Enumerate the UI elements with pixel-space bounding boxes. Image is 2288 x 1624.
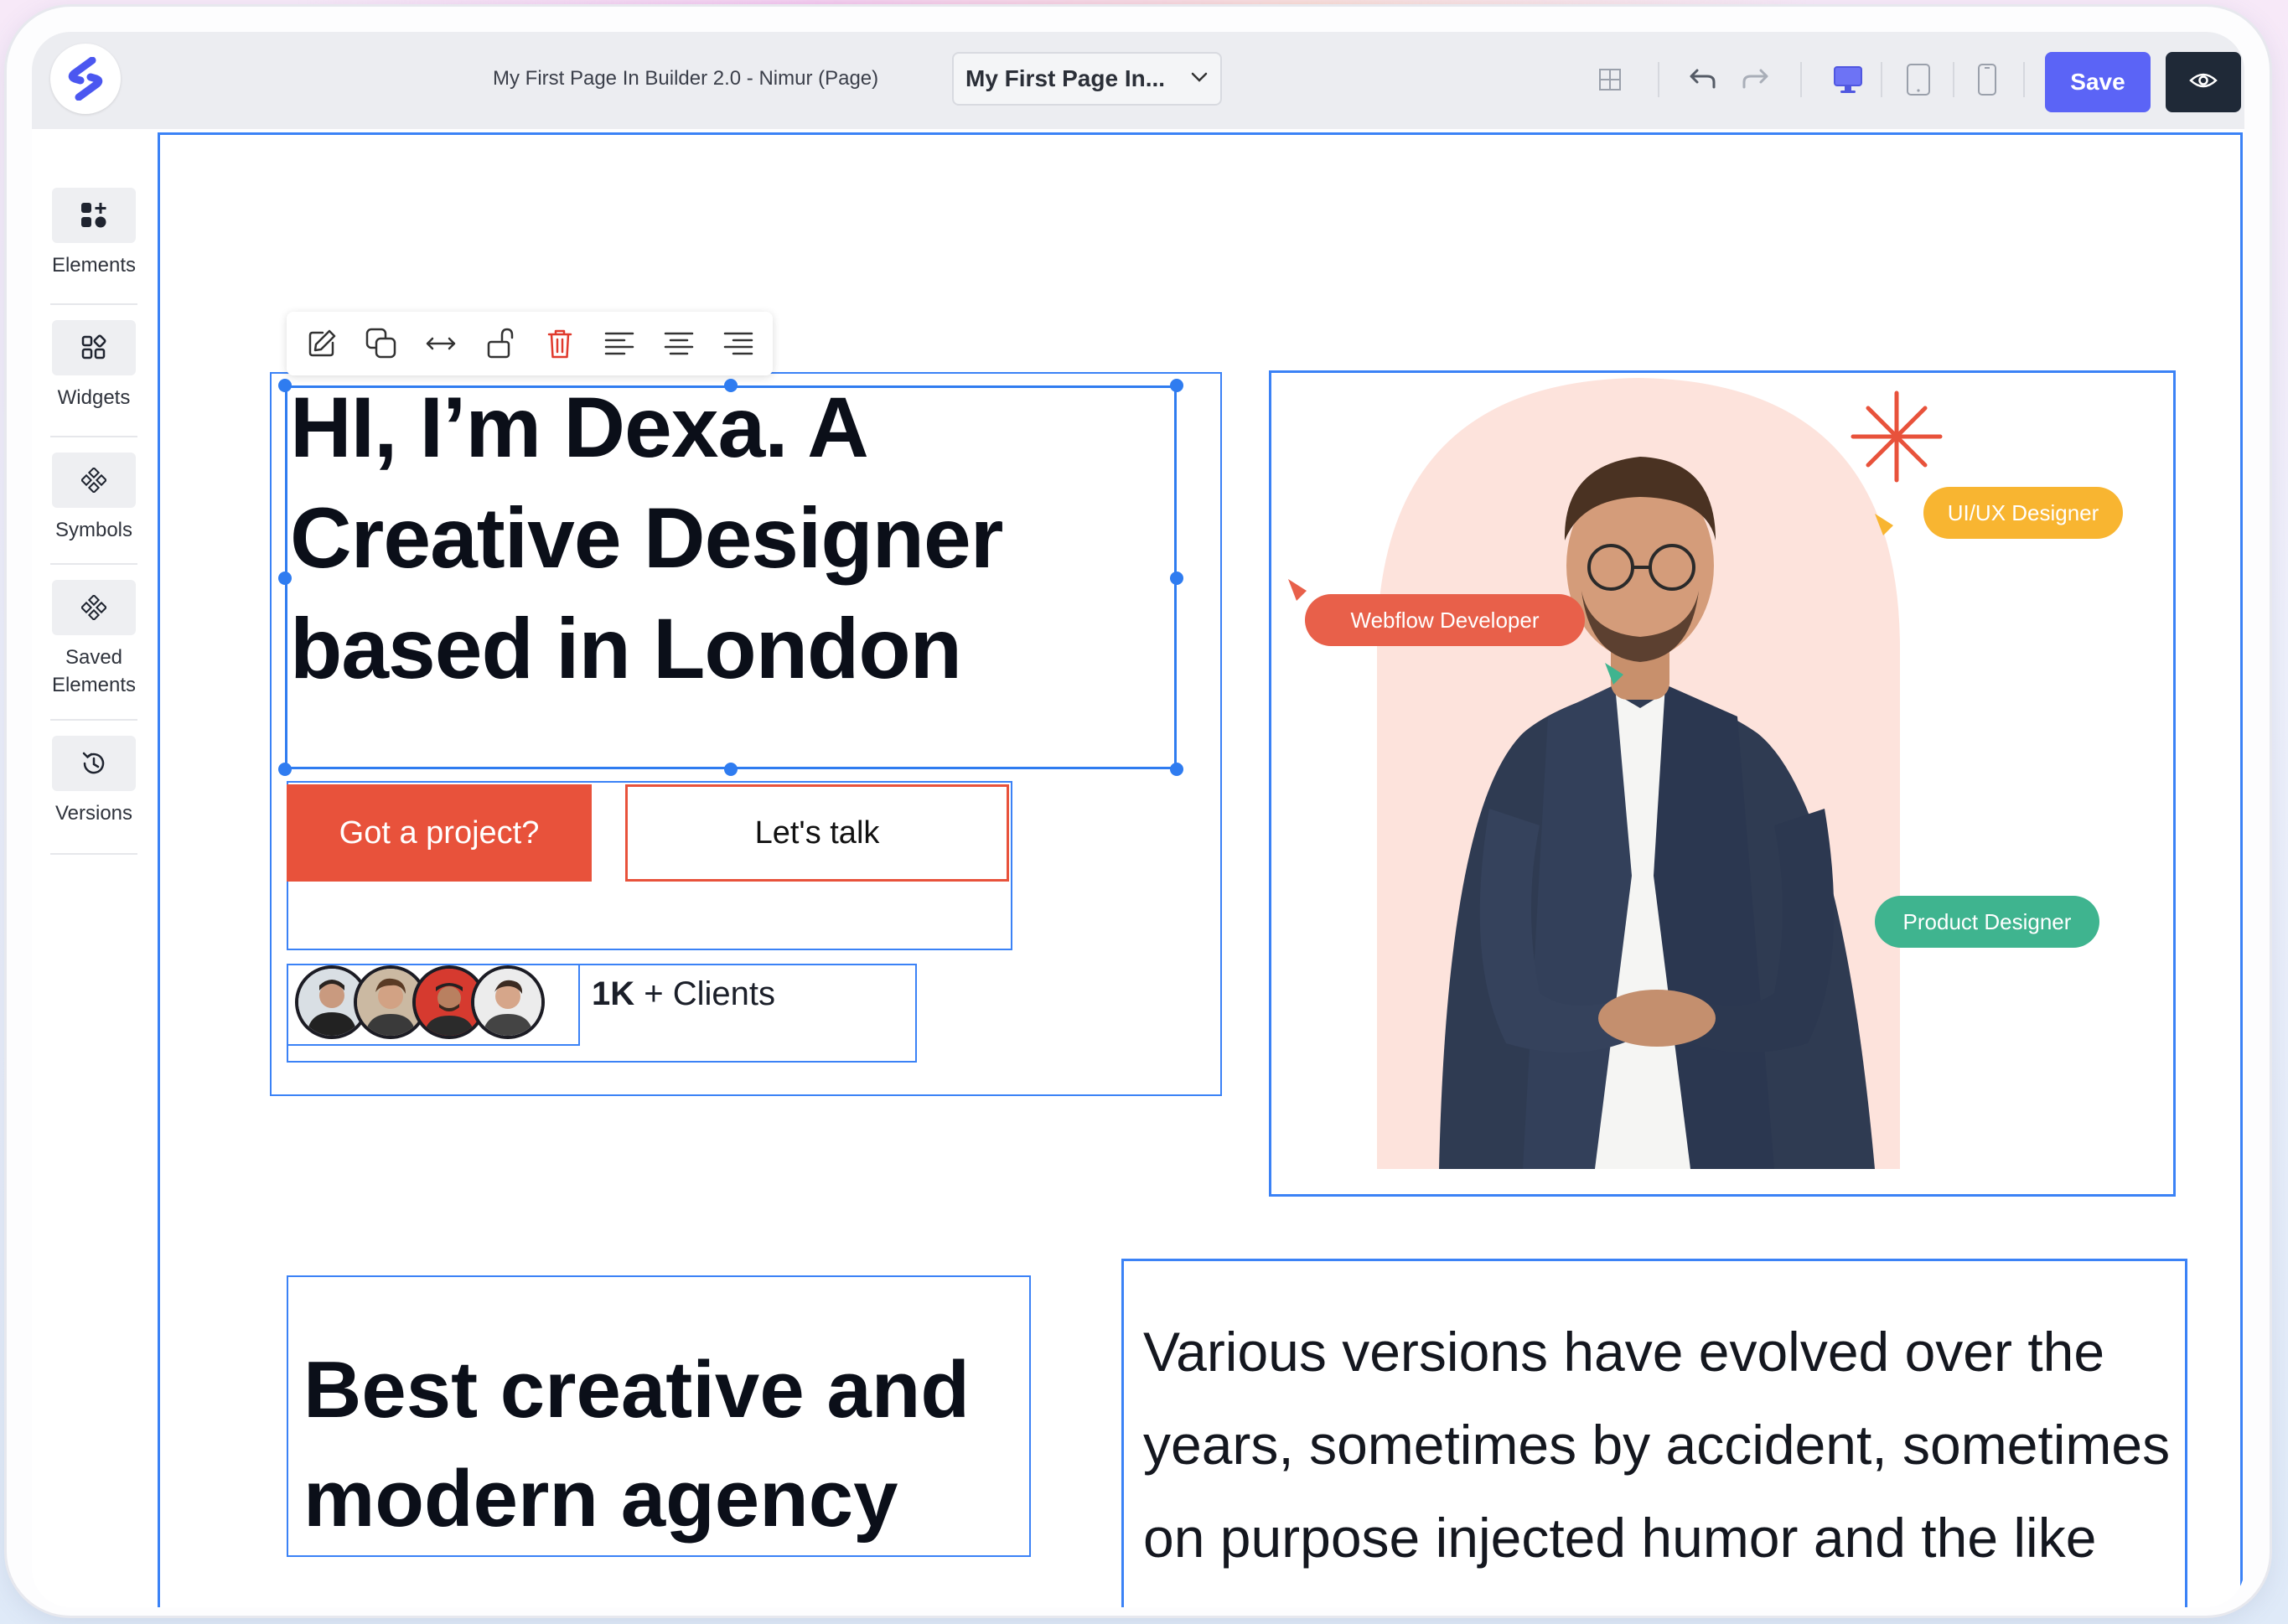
- chevron-down-icon: [1190, 71, 1209, 87]
- device-frame: My First Page In Builder 2.0 - Nimur (Pa…: [7, 7, 2270, 1616]
- toolbar-divider: [1881, 62, 1882, 97]
- resize-handle[interactable]: [1170, 763, 1183, 776]
- clients-count-text: 1K + Clients: [592, 975, 775, 1013]
- sidebar-item-widgets[interactable]: Widgets: [49, 320, 139, 411]
- lets-talk-button[interactable]: Let's talk: [625, 784, 1009, 882]
- edit-icon[interactable]: [298, 320, 345, 367]
- sidebar-item-versions[interactable]: Versions: [49, 736, 139, 827]
- grid-icon[interactable]: [1587, 57, 1633, 102]
- sidebar-item-saved-elements[interactable]: Saved Elements: [49, 580, 139, 699]
- sidebar-item-symbols[interactable]: Symbols: [49, 453, 139, 544]
- section2-paragraph[interactable]: Various versions have evolved over the y…: [1143, 1306, 2182, 1585]
- clients-count: 1K: [592, 975, 635, 1012]
- history-icon: [52, 736, 136, 791]
- resize-horizontal-icon[interactable]: [417, 320, 464, 367]
- toolbar-divider: [2023, 62, 2025, 97]
- redo-icon[interactable]: [1733, 57, 1778, 102]
- align-center-icon[interactable]: [655, 320, 702, 367]
- sidebar-divider: [50, 853, 137, 855]
- elements-icon: [52, 188, 136, 243]
- tag-product-designer: Product Designer: [1875, 896, 2099, 948]
- hero-heading[interactable]: HI, I’m Dexa. A Creative Designer based …: [290, 372, 1162, 704]
- logo-icon[interactable]: [50, 44, 121, 114]
- clients-label: + Clients: [644, 975, 776, 1012]
- widgets-icon: [52, 320, 136, 375]
- eye-icon: [2189, 70, 2218, 95]
- desktop-icon[interactable]: [1825, 57, 1871, 102]
- sidebar-item-label: Versions: [54, 802, 133, 825]
- resize-handle[interactable]: [1170, 572, 1183, 585]
- resize-handle[interactable]: [724, 763, 738, 776]
- builder-screen: My First Page In Builder 2.0 - Nimur (Pa…: [32, 32, 2244, 1607]
- sidebar-divider: [50, 563, 137, 565]
- toolbar-divider: [1658, 62, 1659, 97]
- delete-icon[interactable]: [536, 320, 583, 367]
- avatar: [471, 965, 545, 1039]
- preview-button[interactable]: [2166, 52, 2241, 112]
- agency-heading[interactable]: Best creative and modern agency: [303, 1336, 1007, 1554]
- save-button[interactable]: Save: [2045, 52, 2151, 112]
- align-left-icon[interactable]: [596, 320, 643, 367]
- saved-elements-icon: [52, 580, 136, 635]
- top-bar: My First Page In Builder 2.0 - Nimur (Pa…: [32, 32, 2244, 129]
- element-toolbar: [287, 312, 773, 375]
- mobile-icon[interactable]: [1964, 57, 2010, 102]
- undo-icon[interactable]: [1680, 57, 1725, 102]
- symbols-icon: [52, 453, 136, 508]
- left-sidebar: Elements Widgets Symbols Saved Elements: [32, 129, 158, 1607]
- sidebar-item-label: Widgets: [57, 386, 131, 409]
- document-title: My First Page In Builder 2.0 - Nimur (Pa…: [493, 67, 879, 90]
- sidebar-item-elements[interactable]: Elements: [49, 188, 139, 279]
- sidebar-item-label: Elements: [51, 254, 137, 277]
- sidebar-divider: [50, 719, 137, 721]
- got-a-project-button[interactable]: Got a project?: [287, 784, 592, 882]
- unlock-icon[interactable]: [477, 320, 524, 367]
- tablet-icon[interactable]: [1896, 57, 1941, 102]
- duplicate-icon[interactable]: [358, 320, 405, 367]
- page-canvas[interactable]: HI, I’m Dexa. A Creative Designer based …: [156, 129, 2244, 1607]
- resize-handle[interactable]: [278, 763, 292, 776]
- page-select-dropdown[interactable]: My First Page In...: [952, 52, 1222, 106]
- tag-webflow-developer: Webflow Developer: [1305, 594, 1585, 646]
- hero-image-box[interactable]: Webflow Developer UI/UX Designer Product…: [1269, 370, 2176, 1197]
- align-right-icon[interactable]: [715, 320, 762, 367]
- sidebar-divider: [50, 436, 137, 437]
- toolbar-divider: [1953, 62, 1954, 97]
- toolbar-divider: [1800, 62, 1802, 97]
- sidebar-divider: [50, 303, 137, 305]
- resize-handle[interactable]: [1170, 379, 1183, 392]
- sidebar-item-label: Saved Elements: [51, 646, 137, 696]
- page-select-value: My First Page In...: [965, 65, 1166, 91]
- sidebar-item-label: Symbols: [54, 519, 133, 541]
- tag-uiux-designer: UI/UX Designer: [1923, 487, 2123, 539]
